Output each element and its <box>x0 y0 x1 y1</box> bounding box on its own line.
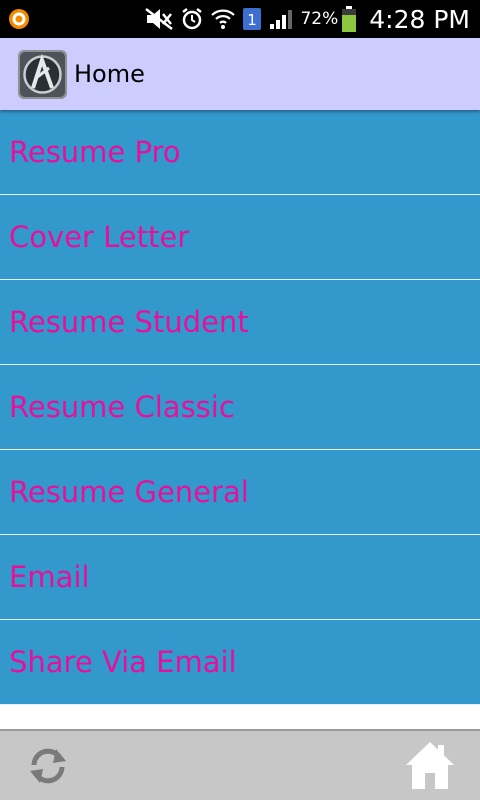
menu-item-resume-general[interactable]: Resume General <box>0 450 480 535</box>
menu-item-share-via-email[interactable]: Share Via Email <box>0 620 480 705</box>
menu-list: Resume Pro Cover Letter Resume Student R… <box>0 110 480 705</box>
menu-item-label: Resume Student <box>9 305 249 339</box>
menu-item-label: Share Via Email <box>9 645 237 679</box>
bottom-bar <box>0 729 480 800</box>
action-bar: Home <box>0 38 480 110</box>
app-logo-icon[interactable] <box>18 50 67 99</box>
sim-badge-text: 1 <box>248 11 258 29</box>
mute-icon <box>144 7 174 31</box>
menu-item-resume-pro[interactable]: Resume Pro <box>0 110 480 195</box>
menu-item-label: Resume Pro <box>9 135 181 169</box>
alarm-icon <box>180 7 204 31</box>
menu-item-label: Cover Letter <box>9 220 190 254</box>
menu-item-label: Resume General <box>9 475 249 509</box>
battery-percent: 72% <box>300 9 339 29</box>
menu-item-email[interactable]: Email <box>0 535 480 620</box>
menu-item-cover-letter[interactable]: Cover Letter <box>0 195 480 280</box>
menu-item-resume-student[interactable]: Resume Student <box>0 280 480 365</box>
home-icon[interactable] <box>404 739 456 791</box>
sim-badge-icon: 1 <box>242 7 262 31</box>
menu-item-resume-classic[interactable]: Resume Classic <box>0 365 480 450</box>
signal-icon <box>268 7 294 31</box>
refresh-icon[interactable] <box>26 745 70 787</box>
battery-icon <box>341 5 357 33</box>
page-title: Home <box>74 60 145 88</box>
menu-item-label: Email <box>9 560 90 594</box>
menu-item-label: Resume Classic <box>9 390 235 424</box>
wifi-icon <box>210 6 236 32</box>
status-bar: 1 72% 4:28 PM <box>0 0 480 38</box>
notification-app-icon <box>9 9 29 29</box>
clock: 4:28 PM <box>369 4 470 34</box>
status-icons: 1 72% 4:28 PM <box>144 0 480 38</box>
